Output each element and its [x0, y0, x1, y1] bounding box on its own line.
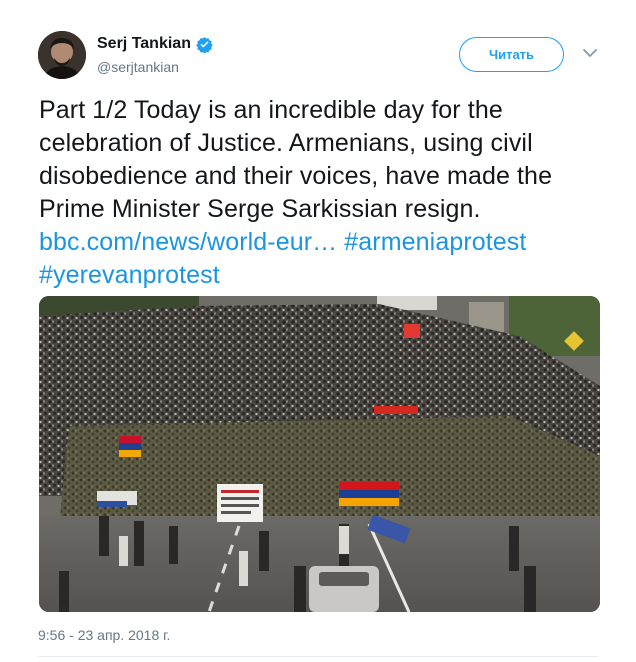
timestamp[interactable]: 9:56 - 23 апр. 2018 г.: [38, 627, 170, 643]
tweet-text-line: disobedience and their voices, have made…: [39, 162, 553, 190]
chevron-down-icon[interactable]: [582, 47, 598, 59]
tweet-text: Part 1/2 Today is an incredible day for …: [39, 94, 619, 292]
handle[interactable]: @serjtankian: [97, 59, 213, 75]
tweet-text-line: Part 1/2 Today is an incredible day for …: [39, 96, 503, 124]
hashtag-link[interactable]: #armeniaprotest: [344, 228, 526, 256]
verified-badge-icon: [196, 36, 213, 53]
divider: [38, 656, 598, 657]
author-info[interactable]: Serj Tankian @serjtankian: [97, 34, 213, 75]
avatar[interactable]: [38, 31, 86, 79]
protest-crowd-photo: [39, 296, 600, 612]
tweet-text-line: celebration of Justice. Armenians, using…: [39, 129, 533, 157]
follow-button[interactable]: Читать: [459, 37, 564, 72]
display-name[interactable]: Serj Tankian: [97, 35, 191, 53]
tweet-text-line: Prime Minister Serge Sarkissian resign.: [39, 195, 481, 223]
tweet-card: Serj Tankian @serjtankian Читать Part 1/…: [0, 0, 636, 662]
tweet-photo[interactable]: [39, 296, 600, 612]
article-link[interactable]: bbc.com/news/world-eur…: [39, 228, 337, 256]
hashtag-link[interactable]: #yerevanprotest: [39, 261, 220, 289]
